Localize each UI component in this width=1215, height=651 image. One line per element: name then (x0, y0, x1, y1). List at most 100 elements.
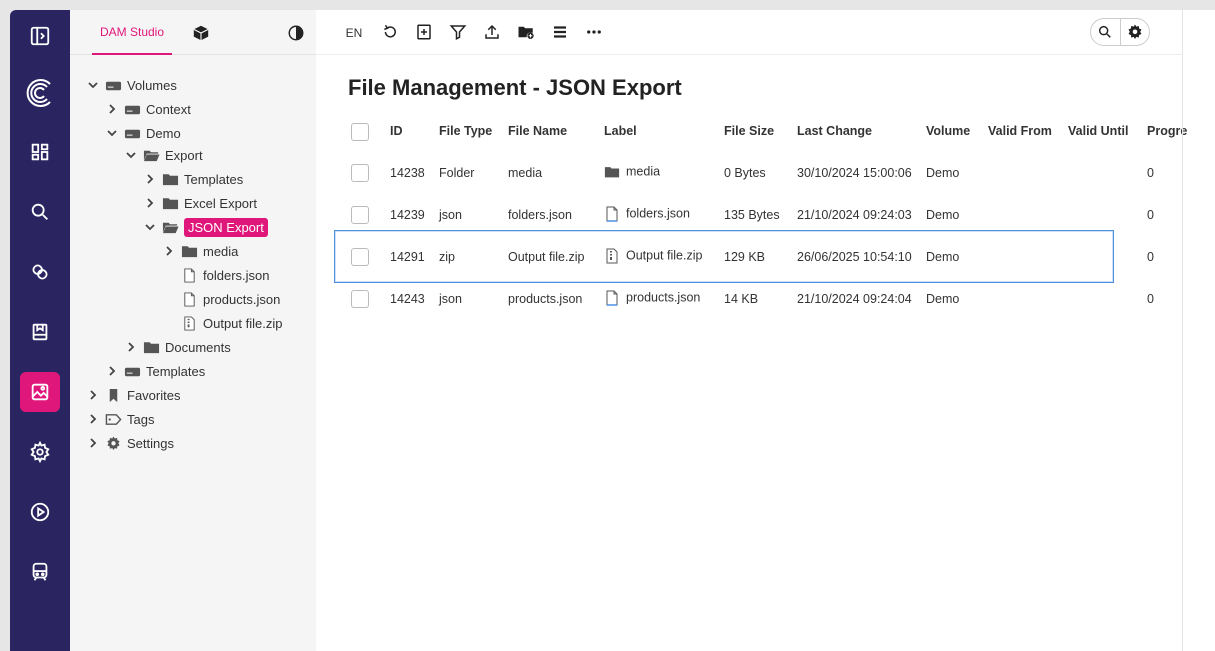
panel-divider (1182, 10, 1183, 651)
tree-node-products-json[interactable]: products.json (180, 288, 280, 310)
tree-node-templates-volume[interactable]: Templates (105, 360, 205, 382)
table-row[interactable]: 14291 zip Output file.zip Output file.zi… (316, 235, 1182, 277)
cell-label[interactable]: Output file.zip (604, 248, 702, 264)
tree-node-templates-folder[interactable]: Templates (143, 168, 243, 190)
col-header-last-change[interactable]: Last Change (797, 124, 872, 138)
row-checkbox[interactable] (351, 290, 369, 308)
media-nav-button[interactable] (20, 372, 60, 412)
chevron-right-icon[interactable] (86, 436, 100, 450)
filter-button[interactable] (448, 22, 468, 42)
cell-label[interactable]: folders.json (604, 206, 690, 222)
col-header-file-size[interactable]: File Size (724, 124, 774, 138)
tree-node-demo[interactable]: Demo (105, 122, 181, 144)
chevron-right-icon[interactable] (124, 340, 138, 354)
tree-node-folders-json[interactable]: folders.json (180, 264, 269, 286)
catalog-nav-button[interactable] (20, 312, 60, 352)
cell-volume: Demo (926, 250, 960, 264)
cell-volume: Demo (926, 208, 960, 222)
cell-progress: 0 (1147, 166, 1154, 180)
chevron-right-icon[interactable] (143, 196, 157, 210)
cell-file-size: 135 Bytes (724, 208, 780, 222)
settings-nav-button[interactable] (20, 432, 60, 472)
more-button[interactable] (584, 22, 604, 42)
collapse-panel-button[interactable] (20, 16, 60, 56)
col-header-label[interactable]: Label (604, 124, 637, 138)
search-button[interactable] (1091, 19, 1120, 45)
settings-button[interactable] (1119, 19, 1150, 45)
chevron-right-icon[interactable] (86, 412, 100, 426)
chevron-right-icon[interactable] (162, 244, 176, 258)
table-row[interactable]: 14243 json products.json products.json 1… (316, 277, 1182, 319)
tree-node-label: Context (146, 101, 191, 117)
col-header-file-type[interactable]: File Type (439, 124, 492, 138)
col-header-id[interactable]: ID (390, 124, 403, 138)
table-row[interactable]: 14238 Folder media media 0 Bytes 30/10/2… (316, 151, 1182, 193)
cell-file-type: Folder (439, 166, 475, 180)
col-header-valid-from[interactable]: Valid From (988, 124, 1052, 138)
cell-progress: 0 (1147, 208, 1154, 222)
tree-node-export[interactable]: Export (124, 144, 203, 166)
refresh-icon (384, 24, 396, 38)
new-folder-button[interactable] (516, 22, 536, 42)
chevron-down-icon[interactable] (124, 148, 138, 162)
file-icon (606, 206, 618, 222)
cell-volume: Demo (926, 292, 960, 306)
dashboard-button[interactable] (20, 132, 60, 172)
cell-label[interactable]: products.json (604, 290, 700, 306)
filter-icon (449, 25, 467, 40)
tree-node-media[interactable]: media (162, 240, 238, 262)
contrast-icon[interactable] (287, 24, 305, 42)
cell-label-text: Output file.zip (626, 248, 703, 263)
row-checkbox[interactable] (351, 164, 369, 182)
tree-node-tags[interactable]: Tags (86, 408, 154, 430)
cube-icon[interactable] (192, 24, 210, 42)
tree-node-output-zip[interactable]: Output file.zip (180, 312, 283, 334)
row-checkbox[interactable] (351, 206, 369, 224)
chevron-right-icon[interactable] (143, 172, 157, 186)
upload-button[interactable] (482, 22, 502, 42)
chevron-down-icon[interactable] (143, 220, 157, 234)
drive-icon (104, 77, 122, 93)
tree-node-label: JSON Export (184, 217, 268, 237)
new-file-button[interactable] (414, 22, 434, 42)
tree-node-settings[interactable]: Settings (86, 432, 174, 454)
tree-node-volumes[interactable]: Volumes (86, 74, 177, 96)
tree-node-context[interactable]: Context (105, 98, 191, 120)
bookmark-icon (104, 387, 122, 403)
cell-file-type: zip (439, 250, 455, 264)
cell-file-name: folders.json (508, 208, 572, 222)
col-header-valid-until[interactable]: Valid Until (1068, 124, 1128, 138)
list-icon (554, 26, 566, 38)
transport-nav-button[interactable] (20, 552, 60, 592)
tab-dam-studio[interactable]: DAM Studio (92, 10, 172, 55)
tree-node-excel-export[interactable]: Excel Export (143, 192, 257, 214)
zip-file-icon (606, 248, 618, 264)
cell-file-type: json (439, 292, 462, 306)
table-row[interactable]: 14239 json folders.json folders.json 135… (316, 193, 1182, 235)
tree-node-documents[interactable]: Documents (124, 336, 231, 358)
play-nav-button[interactable] (20, 492, 60, 532)
chevron-right-icon[interactable] (86, 388, 100, 402)
col-header-volume[interactable]: Volume (926, 124, 970, 138)
chevron-right-icon[interactable] (105, 102, 119, 116)
col-header-file-name[interactable]: File Name (508, 124, 567, 138)
add-folder-icon (518, 26, 534, 39)
cell-label[interactable]: media (604, 164, 660, 180)
tree-node-favorites[interactable]: Favorites (86, 384, 180, 406)
folder-icon (142, 339, 160, 355)
tree-node-json-export[interactable]: JSON Export (143, 216, 268, 238)
links-nav-button[interactable] (20, 252, 60, 292)
list-view-button[interactable] (550, 22, 570, 42)
cell-volume: Demo (926, 166, 960, 180)
language-selector[interactable]: EN (342, 23, 366, 43)
chevron-down-icon[interactable] (86, 78, 100, 92)
chevron-down-icon[interactable] (105, 126, 119, 140)
nav-rail (10, 10, 70, 651)
search-nav-button[interactable] (20, 192, 60, 232)
chevron-right-icon[interactable] (105, 364, 119, 378)
row-checkbox[interactable] (351, 248, 369, 266)
cell-progress: 0 (1147, 250, 1154, 264)
refresh-button[interactable] (380, 22, 400, 42)
select-all-checkbox[interactable] (351, 123, 369, 141)
gear-icon (1128, 24, 1142, 39)
